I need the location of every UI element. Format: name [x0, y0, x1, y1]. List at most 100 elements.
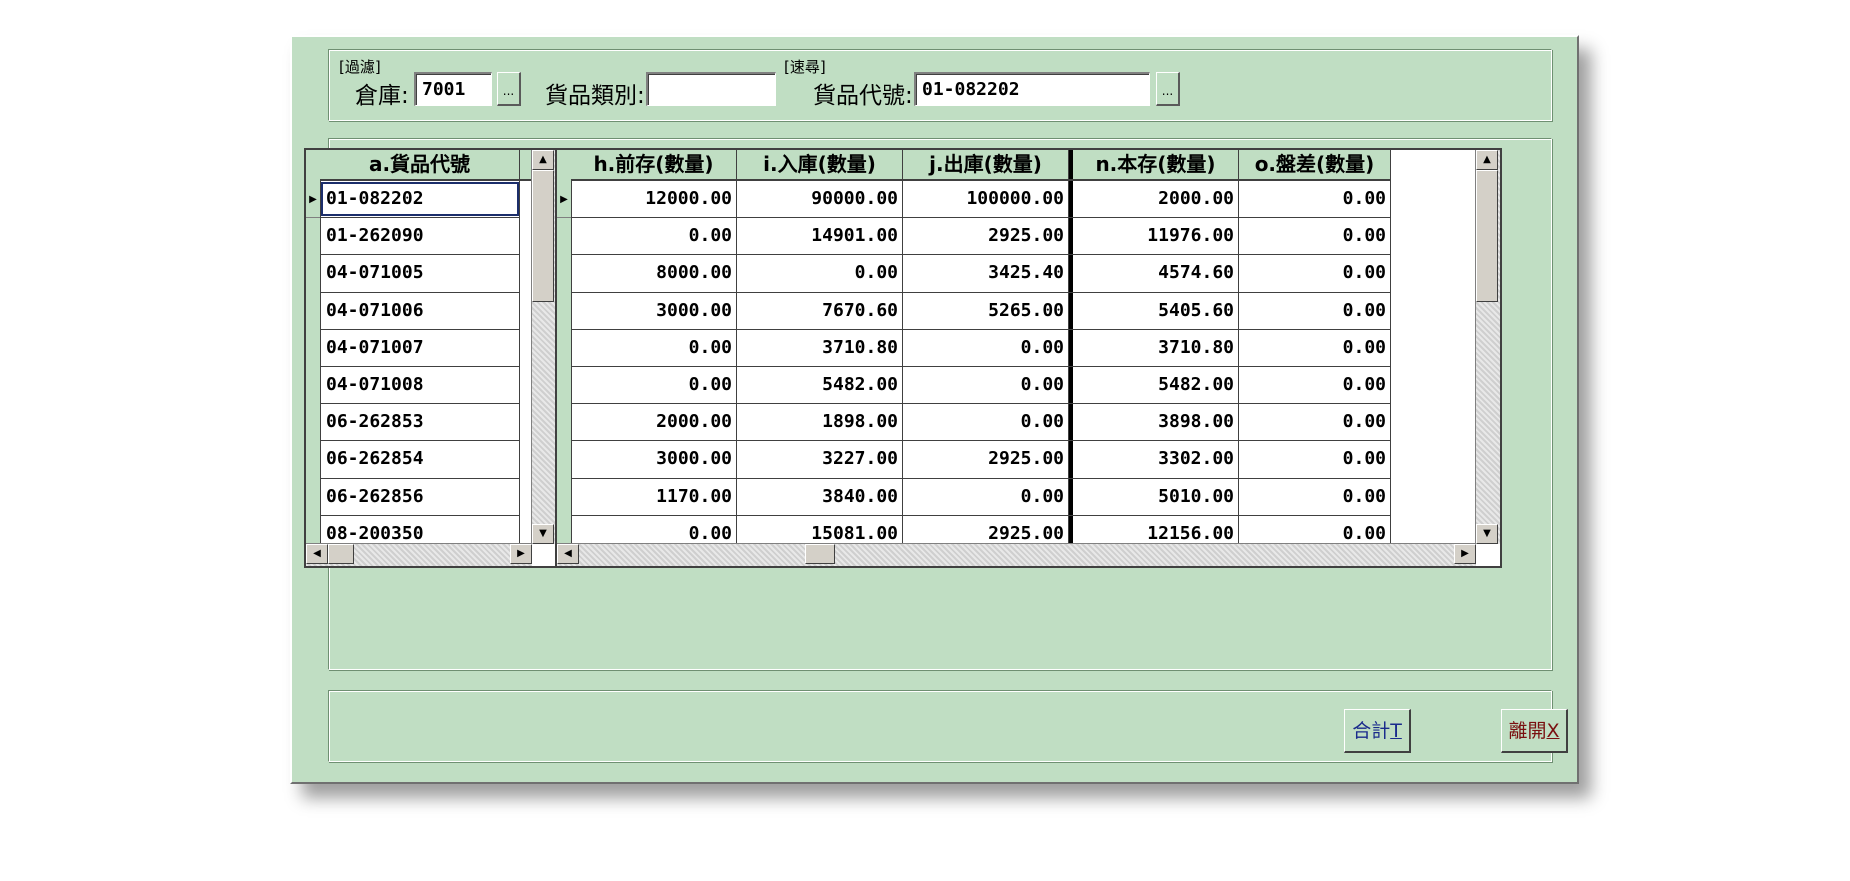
table-row[interactable]: 01-262090 [320, 218, 520, 256]
quantity-cell-out[interactable]: 2925.00 [903, 218, 1069, 255]
scroll-down-icon[interactable]: ▼ [1476, 524, 1498, 544]
table-row[interactable]: 06-262854 [320, 441, 520, 479]
quantity-cell-out[interactable]: 3425.40 [903, 255, 1069, 292]
table-row[interactable]: 1170.00 3840.00 0.00 5010.00 0.00 [571, 478, 1391, 516]
product-code-cell[interactable]: 01-082202 [320, 181, 520, 218]
scroll-up-icon[interactable]: ▲ [1476, 150, 1498, 170]
product-code-cell[interactable]: 06-262856 [320, 478, 520, 515]
table-row[interactable]: 06-262853 [320, 404, 520, 442]
product-code-search-input[interactable]: 01-082202 [914, 72, 1150, 106]
table-row[interactable]: 04-071008 [320, 366, 520, 405]
table-row[interactable]: 04-071007 [320, 329, 520, 367]
table-row[interactable]: 2000.00 1898.00 0.00 3898.00 0.00 [571, 404, 1391, 442]
quantity-cell-prev[interactable]: 0.00 [571, 366, 737, 404]
quantity-cell-in[interactable]: 1898.00 [737, 404, 903, 441]
quantity-cell-in[interactable]: 14901.00 [737, 218, 903, 255]
product-code-lookup-button[interactable]: ... [1156, 72, 1180, 106]
quantity-cell-stock[interactable]: 3302.00 [1069, 441, 1239, 478]
sum-button[interactable]: 合計T [1344, 709, 1411, 753]
quantity-cell-in[interactable]: 3227.00 [737, 441, 903, 478]
table-row[interactable]: 12000.00 90000.00 100000.00 2000.00 0.00 [571, 181, 1391, 219]
table-row[interactable]: 01-082202 [320, 181, 520, 219]
quantity-cell-diff[interactable]: 0.00 [1239, 218, 1391, 255]
quantity-cell-diff[interactable]: 0.00 [1239, 478, 1391, 515]
quantity-cell-in[interactable]: 7670.60 [737, 292, 903, 329]
column-header-stock-qty[interactable]: n.本存(數量) [1069, 150, 1239, 179]
warehouse-input[interactable]: 7001 [414, 72, 492, 106]
right-vertical-scroll-thumb[interactable] [1476, 170, 1498, 302]
scroll-up-icon[interactable]: ▲ [532, 150, 554, 170]
product-code-cell[interactable]: 01-262090 [320, 218, 520, 255]
quantity-cell-stock[interactable]: 5010.00 [1069, 478, 1239, 515]
quantity-cell-prev[interactable]: 0.00 [571, 329, 737, 366]
product-code-cell[interactable]: 06-262854 [320, 441, 520, 478]
quantity-cell-out[interactable]: 0.00 [903, 404, 1069, 441]
quantity-cell-prev[interactable]: 3000.00 [571, 292, 737, 329]
product-code-cell[interactable]: 04-071008 [320, 366, 520, 404]
quantity-cell-in[interactable]: 0.00 [737, 255, 903, 292]
scroll-down-icon[interactable]: ▼ [532, 524, 554, 544]
quantity-cell-prev[interactable]: 1170.00 [571, 478, 737, 515]
table-row[interactable]: 0.00 14901.00 2925.00 11976.00 0.00 [571, 218, 1391, 256]
quantity-cell-stock[interactable]: 5482.00 [1069, 366, 1239, 404]
quantity-cell-prev[interactable]: 12000.00 [571, 181, 737, 218]
quantity-cell-in[interactable]: 3710.80 [737, 329, 903, 366]
scroll-right-icon[interactable]: ▶ [1454, 544, 1476, 564]
quantity-cell-prev[interactable]: 3000.00 [571, 441, 737, 478]
right-vertical-scrollbar[interactable]: ▲ ▼ [1475, 150, 1500, 544]
table-row[interactable]: 06-262856 [320, 478, 520, 516]
quantity-grid[interactable]: ▶ h.前存(數量) i.入庫(數量) j.出庫(數量) n.本存(數量) o.盤差(數… [555, 148, 1502, 568]
quantity-cell-stock[interactable]: 2000.00 [1069, 181, 1239, 218]
quantity-cell-in[interactable]: 3840.00 [737, 478, 903, 515]
quantity-cell-in[interactable]: 90000.00 [737, 181, 903, 218]
exit-button[interactable]: 離開X [1501, 709, 1568, 753]
column-header-diff-qty[interactable]: o.盤差(數量) [1239, 150, 1391, 179]
category-input[interactable] [646, 72, 776, 106]
quantity-cell-out[interactable]: 100000.00 [903, 181, 1069, 218]
column-header-product-code[interactable]: a.貨品代號 [320, 150, 520, 179]
product-code-cell[interactable]: 04-071005 [320, 255, 520, 292]
left-vertical-scrollbar[interactable]: ▲ ▼ [531, 150, 556, 544]
table-row[interactable]: 8000.00 0.00 3425.40 4574.60 0.00 [571, 255, 1391, 293]
quantity-cell-diff[interactable]: 0.00 [1239, 181, 1391, 218]
quantity-cell-out[interactable]: 5265.00 [903, 292, 1069, 329]
quantity-cell-stock[interactable]: 3898.00 [1069, 404, 1239, 441]
product-code-cell[interactable]: 04-071007 [320, 329, 520, 366]
quantity-cell-stock[interactable]: 5405.60 [1069, 292, 1239, 329]
column-header-in-qty[interactable]: i.入庫(數量) [737, 150, 903, 179]
quantity-cell-out[interactable]: 2925.00 [903, 441, 1069, 478]
quantity-cell-diff[interactable]: 0.00 [1239, 366, 1391, 404]
quantity-cell-diff[interactable]: 0.00 [1239, 441, 1391, 478]
table-row[interactable]: 3000.00 3227.00 2925.00 3302.00 0.00 [571, 441, 1391, 479]
right-horizontal-scroll-thumb[interactable] [805, 544, 835, 564]
quantity-cell-diff[interactable]: 0.00 [1239, 292, 1391, 329]
scroll-left-icon[interactable]: ◀ [306, 544, 328, 564]
quantity-cell-diff[interactable]: 0.00 [1239, 329, 1391, 366]
column-header-out-qty[interactable]: j.出庫(數量) [903, 150, 1069, 179]
quantity-cell-out[interactable]: 0.00 [903, 366, 1069, 404]
scroll-left-icon[interactable]: ◀ [557, 544, 579, 564]
quantity-cell-prev[interactable]: 2000.00 [571, 404, 737, 441]
quantity-cell-stock[interactable]: 3710.80 [1069, 329, 1239, 366]
quantity-cell-in[interactable]: 5482.00 [737, 366, 903, 404]
scroll-right-icon[interactable]: ▶ [510, 544, 532, 564]
quantity-cell-out[interactable]: 0.00 [903, 478, 1069, 515]
product-code-cell[interactable]: 04-071006 [320, 292, 520, 329]
product-code-cell[interactable]: 06-262853 [320, 404, 520, 441]
table-row[interactable]: 3000.00 7670.60 5265.00 5405.60 0.00 [571, 292, 1391, 330]
quantity-cell-diff[interactable]: 0.00 [1239, 255, 1391, 292]
quantity-cell-stock[interactable]: 4574.60 [1069, 255, 1239, 292]
column-header-prev-qty[interactable]: h.前存(數量) [571, 150, 737, 179]
product-code-grid[interactable]: ▶ a.貨品代號 01-082202 01-262090 04-071005 04-0… [304, 148, 558, 568]
left-vertical-scroll-thumb[interactable] [532, 170, 554, 302]
table-row[interactable]: 0.00 5482.00 0.00 5482.00 0.00 [571, 366, 1391, 405]
quantity-cell-diff[interactable]: 0.00 [1239, 404, 1391, 441]
warehouse-lookup-button[interactable]: ... [497, 72, 521, 106]
quantity-cell-prev[interactable]: 8000.00 [571, 255, 737, 292]
left-horizontal-scrollbar[interactable]: ◀ ▶ [306, 543, 532, 566]
table-row[interactable]: 04-071005 [320, 255, 520, 293]
quantity-cell-out[interactable]: 0.00 [903, 329, 1069, 366]
table-row[interactable]: 04-071006 [320, 292, 520, 330]
quantity-cell-prev[interactable]: 0.00 [571, 218, 737, 255]
table-row[interactable]: 0.00 3710.80 0.00 3710.80 0.00 [571, 329, 1391, 367]
